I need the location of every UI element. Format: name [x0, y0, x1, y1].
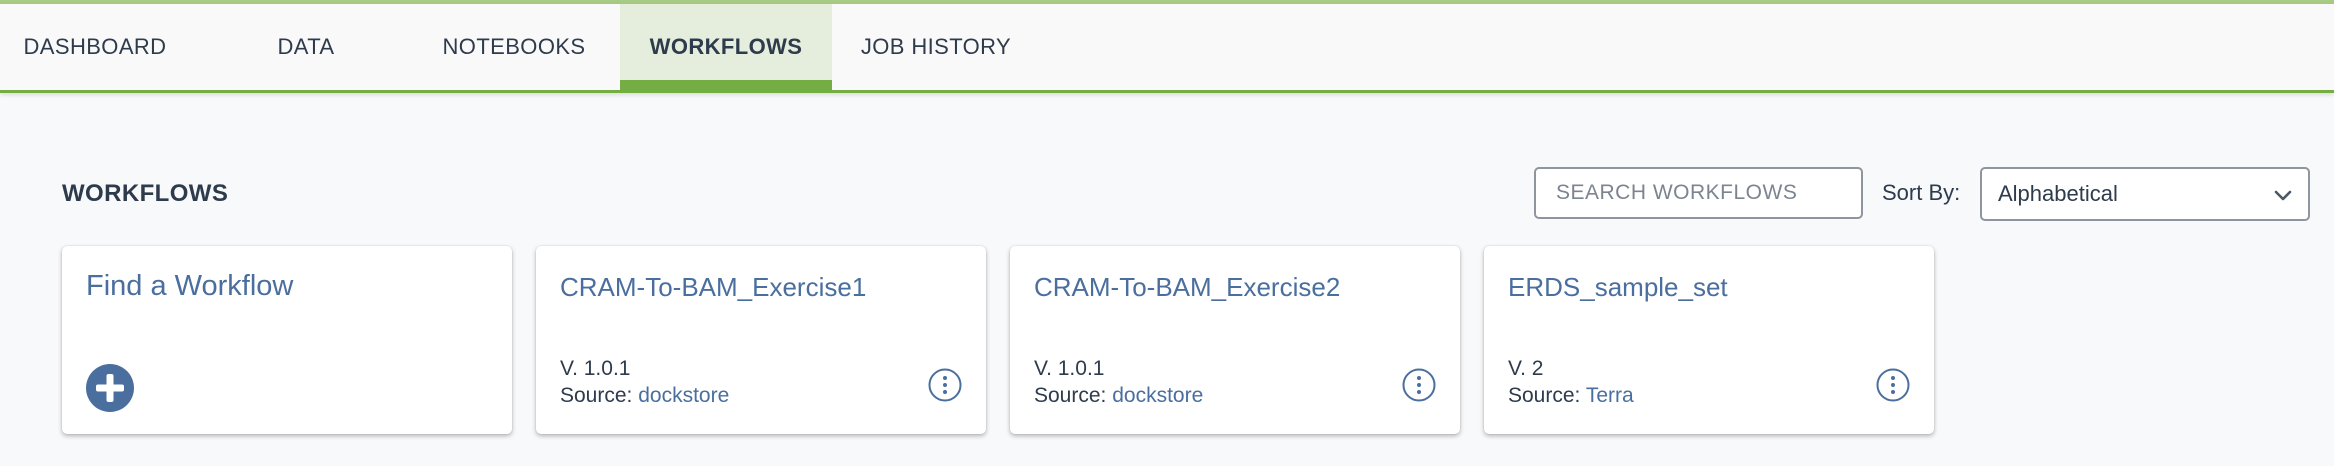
workflow-source: Source: Terra [1508, 384, 1634, 408]
more-options-icon[interactable] [1876, 368, 1910, 402]
tab-notebooks[interactable]: NOTEBOOKS [426, 4, 602, 90]
workflow-source-value: Terra [1585, 384, 1634, 407]
tab-job-history[interactable]: JOB HISTORY [852, 4, 1020, 90]
workflow-name-link[interactable]: CRAM-To-BAM_Exercise2 [1034, 272, 1340, 303]
workspace-tab-bar: DASHBOARD DATA NOTEBOOKS WORKFLOWS JOB H… [0, 4, 2334, 93]
workflow-source: Source: dockstore [560, 384, 729, 408]
tab-data-label: DATA [277, 34, 335, 59]
tab-dashboard[interactable]: DASHBOARD [0, 4, 190, 90]
workflow-source-value: dockstore [638, 384, 730, 407]
workflow-source-label: Source: [1508, 384, 1586, 407]
workflow-card[interactable]: ERDS_sample_set V. 2 Source: Terra [1484, 246, 1934, 434]
workflow-source: Source: dockstore [1034, 384, 1203, 408]
tab-workflows[interactable]: WORKFLOWS [620, 4, 832, 90]
plus-circle-icon[interactable] [86, 364, 134, 412]
tab-notebooks-label: NOTEBOOKS [442, 34, 586, 59]
tab-data[interactable]: DATA [220, 4, 392, 90]
sort-by-label: Sort By: [1882, 180, 1961, 205]
search-workflows-input[interactable] [1534, 167, 1863, 219]
sort-select-value: Alphabetical [1998, 181, 2118, 206]
workflow-version: V. 1.0.1 [1034, 357, 1105, 380]
find-workflow-title: Find a Workflow [86, 270, 294, 302]
workflow-card[interactable]: CRAM-To-BAM_Exercise1 V. 1.0.1 Source: d… [536, 246, 986, 434]
more-options-icon[interactable] [1402, 368, 1436, 402]
workflow-version: V. 2 [1508, 357, 1544, 380]
tab-dashboard-label: DASHBOARD [23, 34, 167, 59]
workflow-source-label: Source: [560, 384, 639, 407]
workflow-source-value: dockstore [1112, 384, 1204, 407]
more-options-icon[interactable] [928, 368, 962, 402]
tab-workflows-label: WORKFLOWS [649, 34, 803, 59]
workflow-name-link[interactable]: ERDS_sample_set [1508, 272, 1728, 303]
workflow-name-link[interactable]: CRAM-To-BAM_Exercise1 [560, 272, 866, 303]
page-title: WORKFLOWS [62, 180, 229, 207]
find-workflow-card[interactable]: Find a Workflow [62, 246, 512, 434]
chevron-down-icon [2274, 190, 2292, 201]
workflow-card[interactable]: CRAM-To-BAM_Exercise2 V. 1.0.1 Source: d… [1010, 246, 1460, 434]
tab-job-history-label: JOB HISTORY [860, 34, 1012, 59]
workflow-source-label: Source: [1034, 384, 1113, 407]
workflow-version: V. 1.0.1 [560, 357, 631, 380]
sort-select[interactable]: Alphabetical [1980, 167, 2310, 221]
